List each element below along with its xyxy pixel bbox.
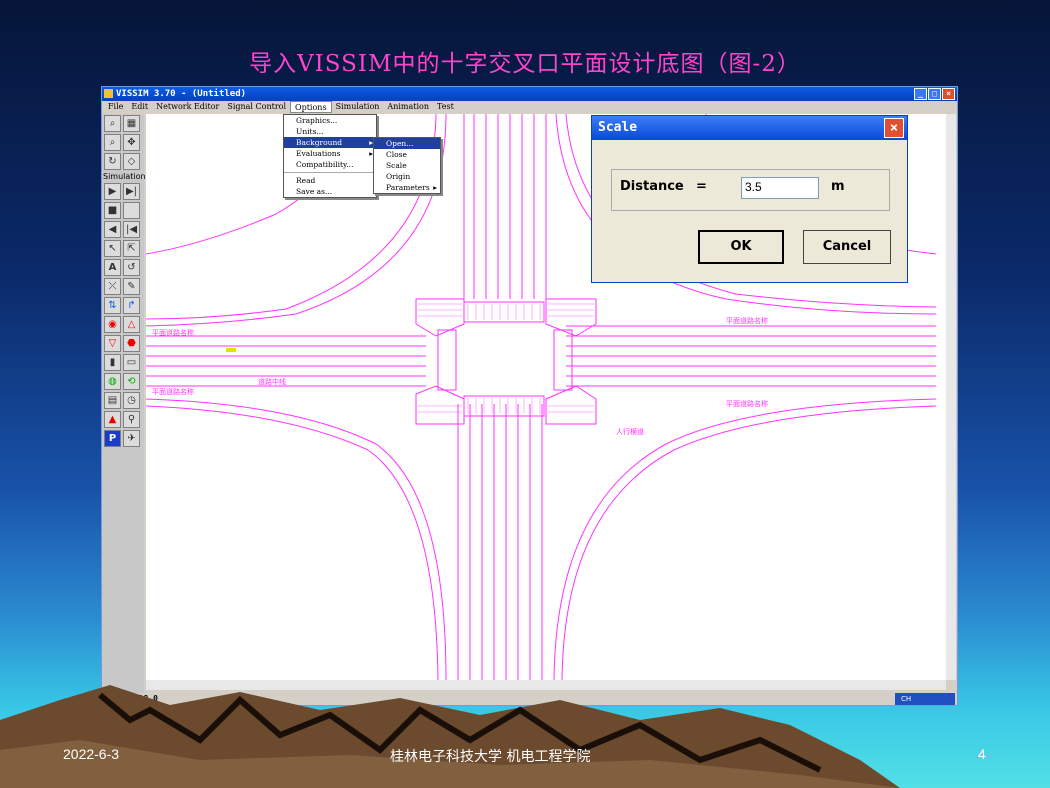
menu-item-graphics[interactable]: Graphics... (284, 115, 376, 126)
zoom-out-icon[interactable]: ⌕ (104, 134, 121, 151)
footer-institution: 桂林电子科技大学 机电工程学院 (390, 749, 591, 765)
options-menu-dropdown: Graphics... Units... Background ▸ Evaluat… (283, 114, 377, 198)
dialog-title: Scale (598, 120, 638, 135)
scale-dialog: Scale × Distance = 3.5 m OK Cancel (591, 115, 908, 283)
mountain-decoration (0, 685, 900, 788)
minimize-button[interactable]: _ (914, 88, 927, 100)
submenu-item-parameters[interactable]: Parameters ▸ (374, 182, 440, 193)
menu-test[interactable]: Test (433, 101, 458, 113)
road-label-west-mid: 道路中线 (258, 377, 286, 386)
priority-icon[interactable]: ▲ (104, 411, 121, 428)
submenu-item-origin[interactable]: Origin (374, 171, 440, 182)
blank-tool[interactable] (123, 202, 140, 219)
road-label-east-bottom: 平面道路名称 (726, 399, 768, 408)
zoom-window-icon[interactable]: ▦ (123, 115, 140, 132)
road-label-east-top: 平面道路名称 (726, 316, 768, 325)
vertical-scrollbar[interactable] (946, 114, 956, 680)
submenu-item-close[interactable]: Close (374, 149, 440, 160)
dialog-close-icon[interactable]: × (884, 118, 904, 138)
menu-options[interactable]: Options (290, 101, 332, 113)
yield-sign-icon[interactable]: ▽ (104, 335, 121, 352)
ok-button[interactable]: OK (698, 230, 784, 264)
menu-item-background[interactable]: Background ▸ (284, 137, 376, 148)
stop-icon[interactable]: ■ (104, 202, 121, 219)
vissim-app-icon (104, 89, 113, 98)
pan-icon[interactable]: ✥ (123, 134, 140, 151)
play-icon[interactable]: ▶ (104, 183, 121, 200)
left-toolbar: ⌕ ▦ ⌕ ✥ ↻ ◇ Simulation ▶ ▶| ■ ◀ |◀ ↖ ⇱ A ↺ ⤫ ✎ ⇅… (102, 114, 146, 694)
distance-label: Distance (620, 179, 684, 194)
unit-label: m (831, 179, 845, 194)
pedestrian-icon[interactable]: ⚲ (123, 411, 140, 428)
parking-icon[interactable]: P (104, 430, 121, 447)
rotate-icon[interactable]: ↻ (104, 153, 121, 170)
submenu-item-scale[interactable]: Scale (374, 160, 440, 171)
crosswalk-label: 人行横道 (616, 427, 644, 436)
vehicle-marker (226, 348, 236, 352)
traffic-light-icon[interactable]: ▮ (104, 354, 121, 371)
pencil-icon[interactable]: ✎ (123, 278, 140, 295)
equals-sign: = (696, 179, 707, 194)
app-title: VISSIM 3.70 - (Untitled) (116, 89, 247, 99)
rewind-icon[interactable]: ◀ (104, 221, 121, 238)
warning-sign-icon[interactable]: △ (123, 316, 140, 333)
menu-item-evaluations[interactable]: Evaluations ▸ (284, 148, 376, 159)
road-label-west-bottom: 平面道路名称 (152, 387, 194, 396)
submenu-item-open[interactable]: Open... (374, 138, 440, 149)
counter-icon[interactable]: ▤ (104, 392, 121, 409)
stop-sign-icon[interactable]: ⬣ (123, 335, 140, 352)
menu-separator (284, 172, 376, 173)
menu-item-compatibility[interactable]: Compatibility... (284, 159, 376, 170)
menu-simulation[interactable]: Simulation (332, 101, 384, 113)
turn-icon[interactable]: ↱ (123, 297, 140, 314)
footer-date: 2022-6-3 (63, 746, 120, 762)
menu-network-editor[interactable]: Network Editor (152, 101, 223, 113)
menu-item-save-as[interactable]: Save as... (284, 186, 376, 197)
parking-loop-icon[interactable]: ⟲ (123, 373, 140, 390)
page-number: 4 (978, 746, 986, 762)
speed-limit-icon[interactable]: ◉ (104, 316, 121, 333)
app-titlebar: VISSIM 3.70 - (Untitled) _ □ × (102, 87, 957, 101)
detector-icon[interactable]: ▭ (123, 354, 140, 371)
distance-input[interactable]: 3.5 (741, 177, 819, 199)
dialog-titlebar: Scale × (592, 116, 907, 140)
menu-item-units[interactable]: Units... (284, 126, 376, 137)
multi-select-icon[interactable]: ⇱ (123, 240, 140, 257)
step-back-icon[interactable]: |◀ (123, 221, 140, 238)
refresh-icon[interactable]: ↺ (123, 259, 140, 276)
links-icon[interactable]: ⤫ (104, 278, 121, 295)
menu-item-read[interactable]: Read (284, 175, 376, 186)
view-icon[interactable]: ◇ (123, 153, 140, 170)
menu-signal-control[interactable]: Signal Control (223, 101, 290, 113)
menu-animation[interactable]: Animation (383, 101, 433, 113)
zoom-icon[interactable]: ⌕ (104, 115, 121, 132)
menu-bar: File Edit Network Editor Signal Control … (102, 101, 957, 113)
text-tool-icon[interactable]: A (104, 259, 121, 276)
bus-stop-icon[interactable]: ◍ (104, 373, 121, 390)
menu-edit[interactable]: Edit (127, 101, 152, 113)
routes-icon[interactable]: ⇅ (104, 297, 121, 314)
slide-title: 导入VISSIM中的十字交叉口平面设计底图（图-2） (249, 51, 801, 77)
step-forward-icon[interactable]: ▶| (123, 183, 140, 200)
maximize-button[interactable]: □ (928, 88, 941, 100)
clock-icon[interactable]: ◷ (123, 392, 140, 409)
cancel-button[interactable]: Cancel (803, 230, 891, 264)
airplane-icon[interactable]: ✈ (123, 430, 140, 447)
background-submenu: Open... Close Scale Origin Parameters ▸ (373, 137, 441, 194)
road-label-west-top: 平面道路名称 (152, 328, 194, 337)
menu-file[interactable]: File (104, 101, 127, 113)
toolbar-simulation-label: Simulation (103, 172, 146, 181)
select-arrow-icon[interactable]: ↖ (104, 240, 121, 257)
window-close-button[interactable]: × (942, 88, 955, 100)
